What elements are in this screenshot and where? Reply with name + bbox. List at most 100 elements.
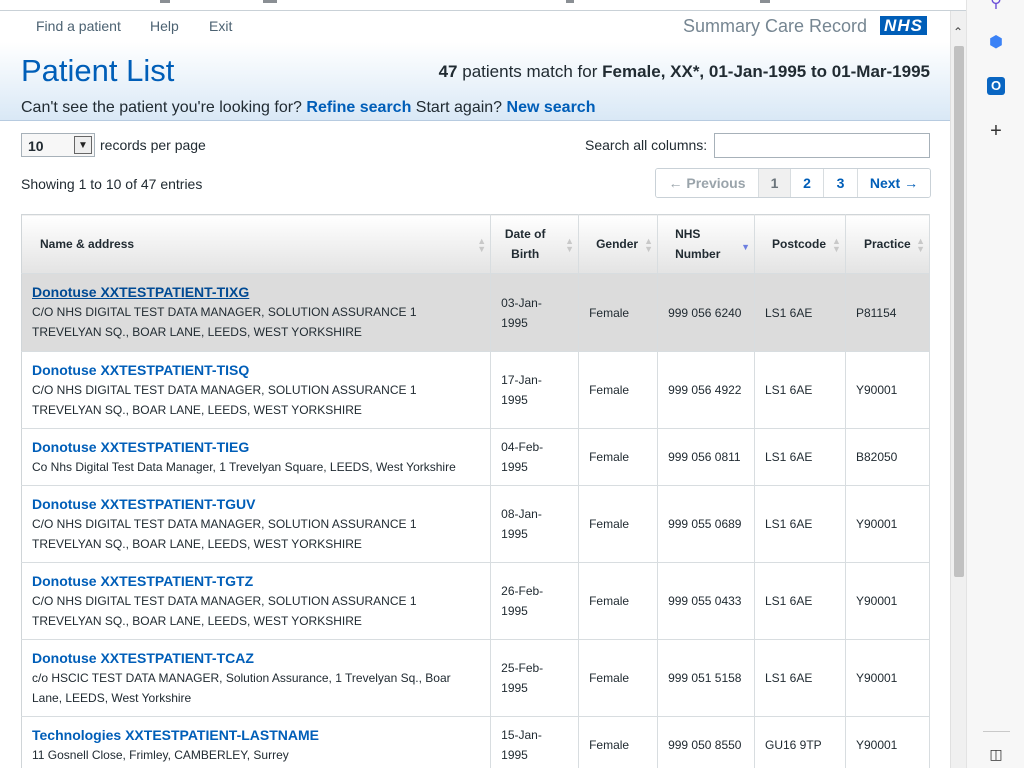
cell-dob: 25-Feb-1995 bbox=[490, 639, 580, 717]
page-2-button[interactable]: 2 bbox=[791, 169, 824, 197]
col-nhs-number[interactable]: NHS Number ▼ bbox=[657, 214, 755, 274]
patient-address: 11 Gosnell Close, Frimley, CAMBERLEY, Su… bbox=[32, 747, 289, 762]
table-row[interactable]: Donotuse XXTESTPATIENT-TISQ C/O NHS DIGI… bbox=[21, 351, 931, 429]
records-per-page-value: 10 bbox=[28, 138, 44, 154]
nav-find-a-patient[interactable]: Find a patient bbox=[36, 18, 121, 34]
cant-see-text: Can't see the patient you're looking for… bbox=[21, 99, 302, 116]
col-name-address[interactable]: Name & address ▲ ▼ bbox=[21, 214, 492, 274]
search-label: Search all columns: bbox=[585, 137, 708, 153]
col-postcode[interactable]: Postcode ▲ ▼ bbox=[754, 214, 846, 274]
col-nhs-number-label: NHS Number bbox=[675, 227, 721, 261]
cell-postcode: LS1 6AE bbox=[754, 351, 846, 429]
sort-icon: ▲ ▼ bbox=[916, 236, 925, 254]
patient-address: Co Nhs Digital Test Data Manager, 1 Trev… bbox=[32, 459, 456, 474]
patient-name-link[interactable]: Donotuse XXTESTPATIENT-TIXG bbox=[32, 283, 480, 302]
cell-gender: Female bbox=[578, 716, 659, 768]
col-dob-label: Date of Birth bbox=[504, 227, 546, 261]
cell-name-address: Donotuse XXTESTPATIENT-TGUV C/O NHS DIGI… bbox=[21, 485, 492, 563]
cell-practice: P81154 bbox=[845, 273, 931, 352]
table-row[interactable]: Donotuse XXTESTPATIENT-TGTZ C/O NHS DIGI… bbox=[21, 562, 931, 640]
refine-line: Can't see the patient you're looking for… bbox=[21, 99, 595, 117]
nav-exit[interactable]: Exit bbox=[209, 18, 232, 34]
page-header: Patient List 47 patients match for Femal… bbox=[0, 42, 950, 121]
match-criteria: Female, XX*, 01-Jan-1995 to 01-Mar-1995 bbox=[602, 62, 930, 81]
new-search-link[interactable]: New search bbox=[507, 99, 596, 116]
cell-gender: Female bbox=[578, 485, 659, 563]
cell-dob: 26-Feb-1995 bbox=[490, 562, 580, 640]
patient-name-link[interactable]: Donotuse XXTESTPATIENT-TISQ bbox=[32, 361, 480, 380]
cell-name-address: Technologies XXTESTPATIENT-LASTNAME 11 G… bbox=[21, 716, 492, 768]
match-text: patients match for bbox=[462, 62, 598, 81]
table-row[interactable]: Donotuse XXTESTPATIENT-TIXG C/O NHS DIGI… bbox=[21, 273, 931, 352]
search-icon[interactable]: ⚲ bbox=[987, 0, 1005, 12]
col-practice[interactable]: Practice ▲ ▼ bbox=[845, 214, 931, 274]
copilot-icon[interactable]: ⬢ bbox=[987, 34, 1005, 52]
page-scrollbar[interactable]: ⌃ bbox=[950, 11, 966, 768]
outlook-icon[interactable]: O bbox=[987, 77, 1005, 95]
cell-practice: Y90001 bbox=[845, 639, 931, 717]
patient-address: C/O NHS DIGITAL TEST DATA MANAGER, SOLUT… bbox=[32, 305, 417, 339]
sort-icon: ▲ ▼ bbox=[832, 236, 841, 254]
cell-dob: 15-Jan-1995 bbox=[490, 716, 580, 768]
col-gender[interactable]: Gender ▲ ▼ bbox=[578, 214, 659, 274]
col-dob[interactable]: Date of Birth ▲ ▼ bbox=[490, 214, 580, 274]
sidebar-toggle-icon[interactable]: ◫ bbox=[987, 745, 1005, 763]
patient-name-link[interactable]: Donotuse XXTESTPATIENT-TGUV bbox=[32, 495, 480, 514]
refine-search-link[interactable]: Refine search bbox=[306, 99, 411, 116]
cell-dob: 08-Jan-1995 bbox=[490, 485, 580, 563]
patient-address: c/o HSCIC TEST DATA MANAGER, Solution As… bbox=[32, 670, 451, 705]
cell-practice: B82050 bbox=[845, 428, 931, 486]
cell-nhs-number: 999 056 0811 bbox=[657, 428, 755, 486]
cell-nhs-number: 999 055 0433 bbox=[657, 562, 755, 640]
table-row[interactable]: Donotuse XXTESTPATIENT-TCAZ c/o HSCIC TE… bbox=[21, 639, 931, 717]
records-per-page-select[interactable]: 10 ▼ bbox=[21, 133, 95, 157]
page-1-button[interactable]: 1 bbox=[759, 169, 791, 197]
previous-button[interactable]: ← Previous bbox=[656, 169, 759, 197]
cell-nhs-number: 999 050 8550 bbox=[657, 716, 755, 768]
cell-dob: 04-Feb-1995 bbox=[490, 428, 580, 486]
cell-name-address: Donotuse XXTESTPATIENT-TCAZ c/o HSCIC TE… bbox=[21, 639, 492, 717]
patient-name-link[interactable]: Donotuse XXTESTPATIENT-TGTZ bbox=[32, 572, 480, 591]
patient-name-link[interactable]: Donotuse XXTESTPATIENT-TCAZ bbox=[32, 649, 480, 668]
scroll-up-arrow-icon[interactable]: ⌃ bbox=[953, 25, 963, 39]
cell-gender: Female bbox=[578, 562, 659, 640]
page-3-button[interactable]: 3 bbox=[824, 169, 858, 197]
next-button[interactable]: Next → bbox=[858, 169, 930, 197]
cell-nhs-number: 999 051 5158 bbox=[657, 639, 755, 717]
table-controls: 10 ▼ records per page Search all columns… bbox=[0, 131, 950, 211]
table-row[interactable]: Donotuse XXTESTPATIENT-TGUV C/O NHS DIGI… bbox=[21, 485, 931, 563]
partial-icon bbox=[160, 0, 170, 3]
partial-icon bbox=[566, 0, 574, 3]
sort-icon: ▲ ▼ bbox=[565, 236, 575, 254]
cell-postcode: LS1 6AE bbox=[754, 562, 846, 640]
cell-practice: Y90001 bbox=[845, 562, 931, 640]
top-nav: Find a patient Help Exit Summary Care Re… bbox=[0, 11, 950, 42]
cell-practice: Y90001 bbox=[845, 716, 931, 768]
patient-address: C/O NHS DIGITAL TEST DATA MANAGER, SOLUT… bbox=[32, 593, 417, 628]
table-row[interactable]: Technologies XXTESTPATIENT-LASTNAME 11 G… bbox=[21, 716, 931, 768]
cell-dob: 03-Jan-1995 bbox=[490, 273, 580, 352]
table-row[interactable]: Donotuse XXTESTPATIENT-TIEG Co Nhs Digit… bbox=[21, 428, 931, 486]
match-summary: 47 patients match for Female, XX*, 01-Ja… bbox=[439, 62, 930, 82]
col-postcode-label: Postcode bbox=[772, 237, 827, 251]
cell-gender: Female bbox=[578, 273, 659, 352]
search-input[interactable] bbox=[714, 133, 930, 158]
cell-postcode: GU16 9TP bbox=[754, 716, 846, 768]
records-per-page-label: records per page bbox=[100, 137, 206, 153]
cell-practice: Y90001 bbox=[845, 485, 931, 563]
scrollbar-thumb[interactable] bbox=[954, 46, 964, 577]
patient-name-link[interactable]: Technologies XXTESTPATIENT-LASTNAME bbox=[32, 726, 480, 745]
cell-dob: 17-Jan-1995 bbox=[490, 351, 580, 429]
pagination: ← Previous 1 2 3 Next → bbox=[655, 168, 931, 198]
cell-nhs-number: 999 056 6240 bbox=[657, 273, 755, 352]
patient-name-link[interactable]: Donotuse XXTESTPATIENT-TIEG bbox=[32, 438, 480, 457]
match-count: 47 bbox=[438, 62, 458, 81]
cell-gender: Female bbox=[578, 639, 659, 717]
chevron-down-icon[interactable]: ▼ bbox=[74, 136, 92, 154]
sort-desc-icon: ▼ bbox=[741, 242, 750, 252]
nav-help[interactable]: Help bbox=[150, 18, 179, 34]
sort-icon: ▲ ▼ bbox=[477, 236, 487, 254]
add-icon[interactable]: + bbox=[987, 121, 1005, 141]
scr-app: Find a patient Help Exit Summary Care Re… bbox=[0, 11, 950, 768]
cell-practice: Y90001 bbox=[845, 351, 931, 429]
